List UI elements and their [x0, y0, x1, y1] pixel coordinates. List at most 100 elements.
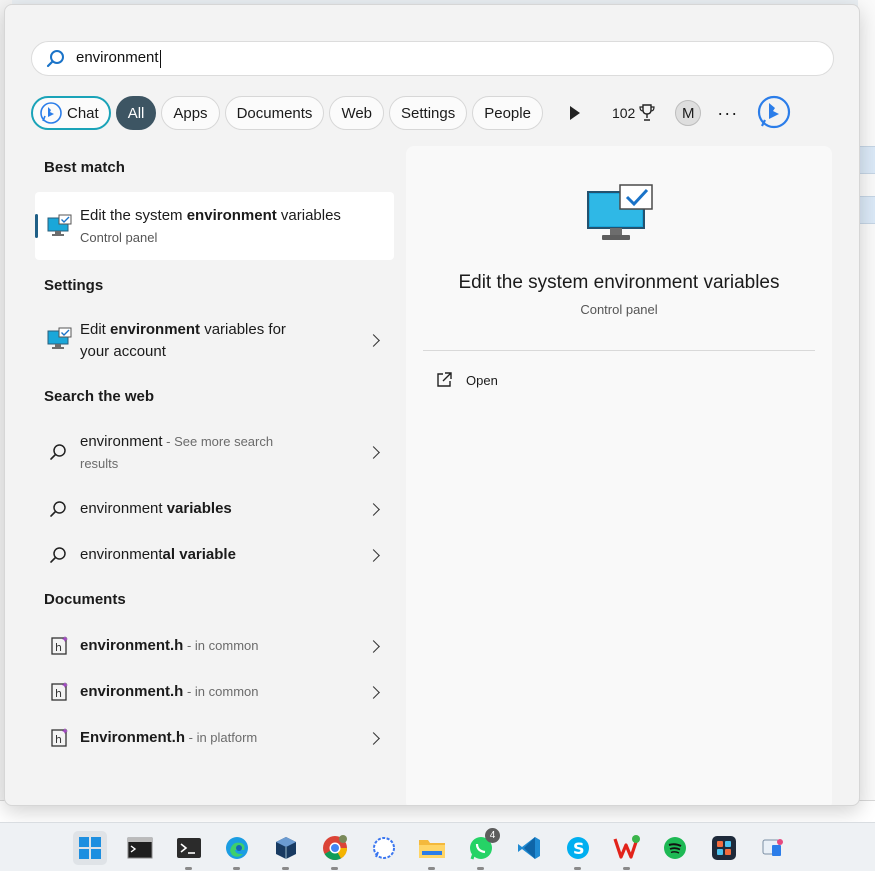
svg-text:h: h [55, 687, 62, 700]
chrome-icon[interactable] [318, 831, 352, 870]
chevron-right-icon[interactable] [367, 548, 380, 562]
web-result-text: environmental variable [80, 546, 236, 563]
chat-filter-label: Chat [67, 104, 99, 122]
more-filters-play-icon[interactable] [569, 106, 580, 120]
header-file-icon: h [51, 728, 68, 747]
spotify-icon[interactable] [658, 831, 692, 865]
edge-icon[interactable] [220, 831, 254, 870]
cmd-icon[interactable] [123, 831, 157, 865]
best-match-result[interactable]: Edit the system environment variables Co… [35, 192, 394, 260]
settings-filter-tab[interactable]: Settings [389, 96, 468, 130]
search-box[interactable]: environment [31, 41, 834, 76]
text-caret [159, 49, 161, 68]
web-filter-tab[interactable]: Web [329, 96, 385, 130]
running-indicator [185, 867, 192, 870]
background-window-right [858, 0, 875, 820]
taskbar: 4 S [0, 822, 875, 871]
settings-result-line1: Edit environment variables for [80, 321, 286, 338]
document-result[interactable]: h Environment.h - in platform [35, 724, 394, 752]
web-result-line2: results [80, 456, 119, 471]
svg-text:S: S [573, 839, 585, 858]
web-result-text: environment variables [80, 500, 232, 517]
search-input[interactable]: environment [76, 49, 161, 68]
rewards-points[interactable]: 102 [612, 104, 655, 122]
all-filter-label: All [127, 104, 145, 122]
vscode-icon[interactable] [512, 831, 546, 865]
preview-pane: Edit the system environment variables Co… [406, 146, 832, 805]
running-indicator [331, 867, 338, 870]
selection-indicator [35, 214, 38, 238]
document-result-text: Environment.h - in platform [80, 729, 258, 746]
file-explorer-icon[interactable] [415, 831, 449, 870]
web-result-line1: environment - See more search [80, 433, 274, 450]
settings-heading: Settings [44, 277, 104, 294]
search-icon [50, 444, 66, 460]
running-indicator [623, 867, 630, 870]
skype-icon[interactable]: S [561, 831, 595, 870]
running-indicator [428, 867, 435, 870]
chevron-right-icon[interactable] [367, 333, 380, 347]
user-avatar[interactable]: M [675, 100, 702, 126]
more-options-button[interactable]: ··· [717, 103, 738, 124]
snipping-tool-icon[interactable] [755, 831, 789, 865]
web-filter-label: Web [341, 104, 373, 122]
signal-icon[interactable] [367, 831, 401, 865]
web-result[interactable]: environment - See more search results [35, 427, 394, 477]
best-match-subtitle: Control panel [80, 230, 158, 245]
chevron-right-icon[interactable] [367, 731, 380, 745]
more-options-dots: ··· [717, 102, 739, 123]
chevron-right-icon[interactable] [367, 685, 380, 699]
chevron-right-icon[interactable] [367, 639, 380, 653]
best-match-title: Edit the system environment variables [80, 207, 341, 224]
document-result-text: environment.h - in common [80, 683, 259, 700]
apps-filter-label: Apps [173, 104, 208, 122]
apps-filter-tab[interactable]: Apps [161, 96, 220, 130]
virtualbox-icon[interactable] [269, 831, 303, 870]
app-grid-icon[interactable] [707, 831, 741, 865]
svg-text:h: h [55, 733, 62, 746]
avatar-initial: M [682, 104, 695, 122]
notification-badge: 4 [485, 828, 500, 843]
windows-start-icon[interactable] [73, 831, 107, 865]
settings-result-line2: your account [80, 343, 166, 360]
documents-filter-tab[interactable]: Documents [224, 96, 325, 130]
preview-title: Edit the system environment variables [458, 272, 780, 293]
open-external-icon [437, 372, 452, 387]
background-highlight-row [858, 196, 875, 224]
search-the-web-heading: Search the web [44, 388, 155, 405]
trophy-icon [639, 104, 655, 121]
whatsapp-icon[interactable]: 4 [464, 828, 500, 870]
web-result[interactable]: environmental variable [35, 541, 394, 569]
open-action[interactable]: Open [436, 372, 498, 388]
bing-logo-icon[interactable] [756, 95, 792, 131]
rewards-points-value: 102 [611, 105, 636, 121]
terminal-icon[interactable] [172, 831, 206, 870]
people-filter-tab[interactable]: People [472, 96, 543, 130]
preview-subtitle: Control panel [580, 302, 658, 317]
chevron-right-icon[interactable] [367, 502, 380, 516]
search-icon [50, 547, 66, 563]
control-panel-monitor-icon [587, 184, 653, 240]
running-indicator [477, 867, 484, 870]
wps-office-icon[interactable] [610, 831, 644, 870]
best-match-heading: Best match [44, 159, 125, 176]
running-indicator [233, 867, 240, 870]
preview-divider [423, 350, 815, 351]
document-result[interactable]: h environment.h - in common [35, 632, 394, 660]
background-highlight-row [858, 146, 875, 174]
settings-filter-label: Settings [401, 104, 456, 122]
all-filter-tab[interactable]: All [115, 96, 157, 130]
document-result[interactable]: h environment.h - in common [35, 678, 394, 706]
settings-result[interactable]: Edit environment variables for your acco… [35, 315, 394, 365]
control-panel-monitor-icon [47, 327, 72, 349]
web-result[interactable]: environment variables [35, 495, 394, 523]
search-flyout: environment Chat All Apps Documents Web … [4, 4, 860, 806]
filter-bar: Chat All Apps Documents Web Settings Peo… [31, 95, 792, 131]
chevron-right-icon[interactable] [367, 445, 380, 459]
chat-filter-button[interactable]: Chat [31, 96, 111, 130]
running-indicator [282, 867, 289, 870]
control-panel-monitor-icon [47, 214, 72, 236]
people-filter-label: People [484, 104, 531, 122]
header-file-icon: h [51, 636, 68, 655]
running-indicator [574, 867, 581, 870]
